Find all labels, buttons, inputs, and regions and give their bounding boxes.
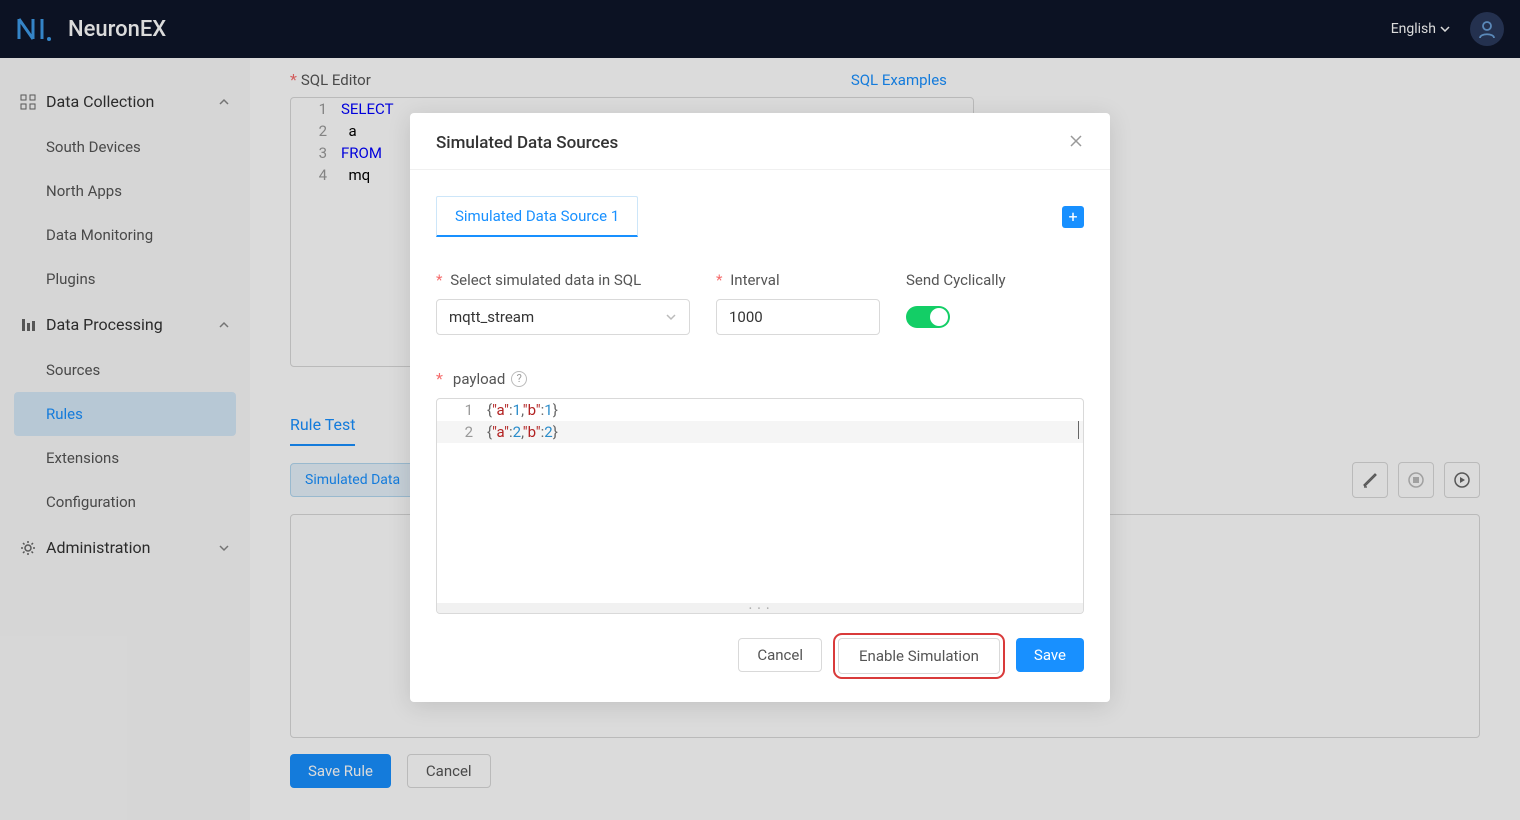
modal-overlay[interactable]: Simulated Data Sources Simulated Data So… <box>0 0 1520 820</box>
sim-data-select[interactable]: mqtt_stream <box>436 299 690 335</box>
payload-line-2: {"a":2,"b":2} <box>487 421 1083 443</box>
simulated-data-modal: Simulated Data Sources Simulated Data So… <box>410 113 1110 702</box>
modal-save-button[interactable]: Save <box>1016 638 1084 672</box>
resize-handle[interactable]: • • • <box>437 603 1083 613</box>
interval-label: * Interval <box>716 271 880 289</box>
add-tab-button[interactable]: + <box>1062 206 1084 228</box>
payload-label: payload <box>453 370 505 388</box>
send-cyclically-toggle[interactable] <box>906 306 950 328</box>
modal-title: Simulated Data Sources <box>436 133 618 153</box>
line-number: 2 <box>437 421 487 443</box>
line-number: 1 <box>437 399 487 421</box>
payload-editor[interactable]: 1{"a":1,"b":1} 2{"a":2,"b":2} • • • <box>436 398 1084 614</box>
enable-simulation-button[interactable]: Enable Simulation <box>838 638 1000 674</box>
interval-input[interactable] <box>716 299 880 335</box>
required-marker: * <box>436 369 443 388</box>
select-value: mqtt_stream <box>449 308 534 326</box>
tab-sim-source-1[interactable]: Simulated Data Source 1 <box>436 196 638 237</box>
chevron-down-icon <box>665 313 677 321</box>
modal-close-button[interactable] <box>1068 133 1084 153</box>
close-icon <box>1068 133 1084 149</box>
help-icon[interactable]: ? <box>511 371 527 387</box>
payload-line-1: {"a":1,"b":1} <box>487 399 1083 421</box>
select-sim-data-label: * Select simulated data in SQL <box>436 271 690 289</box>
modal-cancel-button[interactable]: Cancel <box>738 638 822 672</box>
cyclic-label: Send Cyclically <box>906 271 1006 289</box>
